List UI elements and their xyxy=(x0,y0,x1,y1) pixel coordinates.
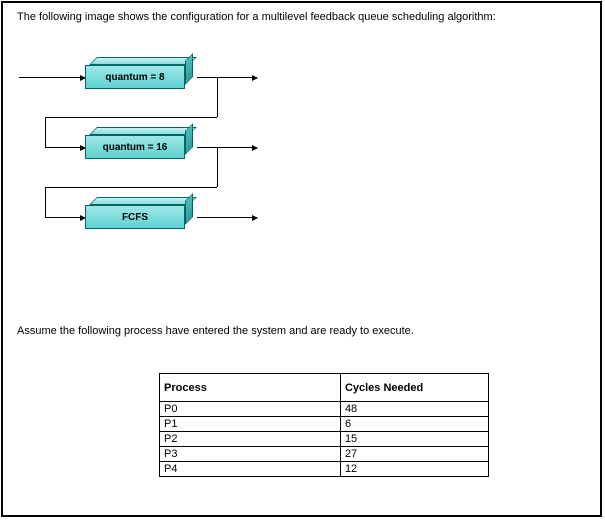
table-row: P1 6 xyxy=(160,417,489,432)
table-row: P4 12 xyxy=(160,462,489,477)
page-frame: The following image shows the configurat… xyxy=(1,1,602,517)
arrow-into-q3 xyxy=(45,217,85,218)
queue-3-box: FCFS xyxy=(85,197,195,225)
arrow-into-q2 xyxy=(45,147,85,148)
cell-process: P3 xyxy=(160,447,341,462)
cell-cycles: 15 xyxy=(340,432,488,447)
assume-text: Assume the following process have entere… xyxy=(17,325,414,337)
arrow-out-q1 xyxy=(197,77,257,78)
queue-1-box: quantum = 8 xyxy=(85,57,195,85)
cell-process: P4 xyxy=(160,462,341,477)
drop-line-q1 xyxy=(217,77,218,117)
drop-line-q2 xyxy=(217,147,218,187)
cell-cycles: 48 xyxy=(340,402,488,417)
col-cycles-header: Cycles Needed xyxy=(340,374,488,402)
cell-cycles: 27 xyxy=(340,447,488,462)
table-header-row: Process Cycles Needed xyxy=(160,374,489,402)
table-row: P2 15 xyxy=(160,432,489,447)
arrow-out-q3 xyxy=(197,217,257,218)
arrow-out-q2 xyxy=(197,147,257,148)
queue-2-box: quantum = 16 xyxy=(85,127,195,155)
drop-v-q2b xyxy=(45,187,46,217)
table-row: P0 48 xyxy=(160,402,489,417)
intro-text: The following image shows the configurat… xyxy=(17,11,496,23)
queue-2-label: quantum = 16 xyxy=(103,142,168,153)
cell-process: P2 xyxy=(160,432,341,447)
queue-1-label: quantum = 8 xyxy=(105,72,164,83)
table-row: P3 27 xyxy=(160,447,489,462)
process-table: Process Cycles Needed P0 48 P1 6 P2 15 P… xyxy=(159,373,489,477)
cell-cycles: 12 xyxy=(340,462,488,477)
cell-process: P0 xyxy=(160,402,341,417)
drop-h-q1a xyxy=(45,117,217,118)
drop-h-q2a xyxy=(45,187,217,188)
drop-v-q1b xyxy=(45,117,46,147)
mlfq-diagram: quantum = 8 quantum = 16 FCFS xyxy=(19,51,319,271)
cell-process: P1 xyxy=(160,417,341,432)
col-process-header: Process xyxy=(160,374,341,402)
arrow-into-q1 xyxy=(19,77,85,78)
queue-3-label: FCFS xyxy=(122,212,148,223)
cell-cycles: 6 xyxy=(340,417,488,432)
